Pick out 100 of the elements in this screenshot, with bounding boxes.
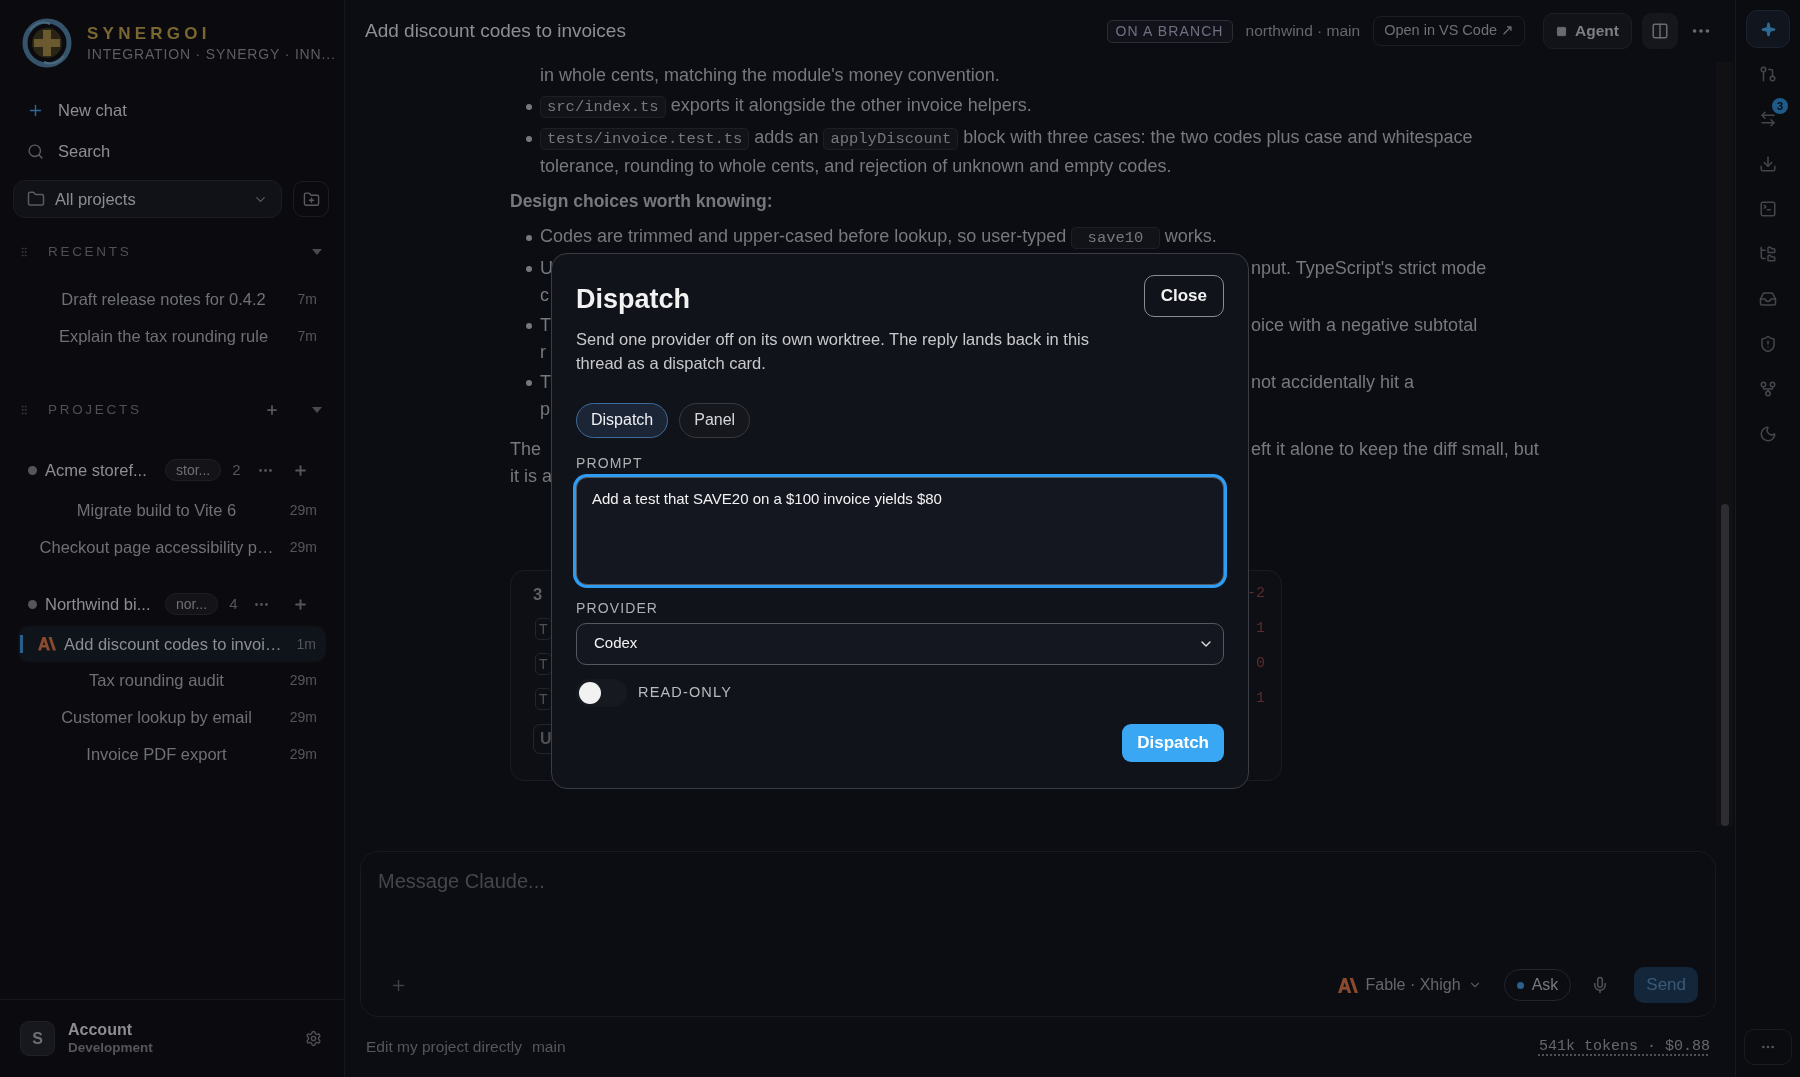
project-tag: stor... [165,459,222,481]
active-indicator [20,635,23,653]
chat-item[interactable]: Tax rounding audit 29m [0,662,344,699]
section-title: PROJECTS [48,400,143,419]
plus-icon [27,102,44,119]
card-title: 3 [533,583,543,605]
grip-icon[interactable] [18,246,30,258]
caret-icon[interactable] [312,248,322,256]
download-icon [1759,155,1777,173]
message-text: nput. TypeScript's strict mode [1251,257,1487,280]
scrollbar-thumb[interactable] [1721,504,1729,826]
dispatch-button[interactable]: Dispatch [1122,723,1224,762]
message-text: r [540,341,546,364]
diff-count: 1 [1256,618,1265,639]
open-editor-button[interactable]: Open in VS Code ↗ [1373,16,1526,46]
branch-name: northwind · main [1245,21,1361,42]
diff-count: 0 [1256,653,1265,674]
rail-button[interactable]: 3 [1746,100,1790,138]
plus-icon[interactable] [293,462,308,478]
branches-icon [1759,65,1777,83]
recent-chat-item[interactable]: Draft release notes for 0.4.2 7m [0,281,344,318]
shield-icon [1759,335,1777,353]
chat-item[interactable]: Customer lookup by email 29m [0,699,344,736]
dialog-tab[interactable]: Panel [679,402,751,438]
panel-toggle-button[interactable] [1642,13,1678,49]
folder-plus-icon [302,190,320,208]
brand-name: SYNERGOI [87,23,212,45]
account-name: Account [68,1021,133,1039]
account-subtitle: Development [68,1039,154,1056]
bullet-icon [526,379,532,386]
chat-item[interactable]: Invoice PDF export 29m [0,736,344,773]
new-chat-button[interactable]: New chat [0,90,344,131]
message-text: T [540,314,551,337]
message-text: T [540,371,551,394]
field-label: PROVIDER [576,598,660,617]
model-icon [38,637,56,651]
folder-tree-icon [1759,245,1777,263]
diff-count: -2 [1247,583,1265,604]
arrows-icon [1759,110,1777,128]
chat-item[interactable]: Add discount codes to invoi… 1m [18,626,326,662]
inbox-icon [1759,290,1777,308]
agent-button[interactable]: Agent [1543,13,1632,49]
emblem-icon [22,18,72,68]
terminal-icon [1759,200,1777,218]
split-panel-icon [1651,22,1669,40]
bullet-icon [526,103,532,110]
new-folder-button[interactable] [293,181,329,217]
branch-badge: ON A BRANCH [1106,19,1233,43]
message-text: Codes are trimmed and upper-cased before lookup, so user-typed save10 works. [540,225,1217,251]
close-button[interactable]: Close [1143,275,1224,317]
bullet-icon [526,322,532,329]
plus-icon[interactable] [265,403,279,417]
caret-icon[interactable] [312,406,322,414]
provider-select[interactable]: Codex [576,622,1224,665]
grip-icon[interactable] [18,404,30,416]
moon-icon [1759,425,1777,443]
message-text: tolerance, rounding to whole cents, and rejection of unknown and empty codes. [540,155,1172,178]
project-filter-select[interactable]: All projects [13,180,282,218]
message-text: src/index.ts exports it alongside the other invoice helpers. [540,92,1032,121]
usage-text: 541k tokens · $0.88 [1538,1036,1710,1057]
project-tag: nor... [165,593,219,615]
diff-count: 1 [1256,688,1265,709]
prompt-field[interactable]: Add a test that SAVE20 on a $100 invoice yields $80 [576,476,1224,585]
message-text: The [510,438,542,461]
chat-count: 2 [232,459,241,480]
rail-button[interactable] [1746,10,1790,48]
mode-label: Edit my project directly [366,1037,522,1058]
account-avatar[interactable]: S [20,1021,55,1056]
message-text: oice with a negative subtotal [1251,314,1478,337]
search-icon [27,143,44,160]
toggle-label: READ-ONLY [638,682,732,702]
recent-chat-item[interactable]: Explain the tax rounding rule 7m [0,318,344,355]
model-selector[interactable]: Fable · Xhigh [1338,973,1482,997]
dialog-tab[interactable]: Dispatch [576,402,669,438]
read-only-toggle[interactable] [576,678,627,707]
bullet-icon [526,265,532,272]
message-text: it is a [510,465,552,488]
chat-title: Add discount codes to invoices [365,18,627,43]
chat-item[interactable]: Checkout page accessibility p… 29m [0,529,344,566]
message-text: U [540,257,553,280]
message-field[interactable]: Message Claude... [378,867,1698,895]
message-text: p [540,398,550,421]
send-button[interactable]: Send [1634,967,1698,1003]
fork-icon [1759,380,1777,398]
project-name[interactable]: Northwind bi... [45,591,159,617]
bullet-icon [526,234,532,241]
plus-icon[interactable] [293,596,308,612]
message-text: not accidentally hit a [1251,371,1415,394]
brand-tagline: INTEGRATION · SYNERGY · INN... [87,45,336,63]
bullet-icon [526,135,532,142]
sparkle-icon [1760,21,1776,37]
message-text: in whole cents, matching the module's money convention. [540,64,1000,87]
settings-icon[interactable] [305,1030,322,1047]
search-button[interactable]: Search [0,131,344,172]
message-text: eft it alone to keep the diff small, but [1251,438,1539,461]
dialog-title: Dispatch [576,283,691,316]
project-name[interactable]: Acme storef... [45,457,159,483]
chat-item[interactable]: Migrate build to Vite 6 29m [0,492,344,529]
field-label: PROMPT [576,453,644,472]
count-badge: 3 [1772,98,1788,114]
